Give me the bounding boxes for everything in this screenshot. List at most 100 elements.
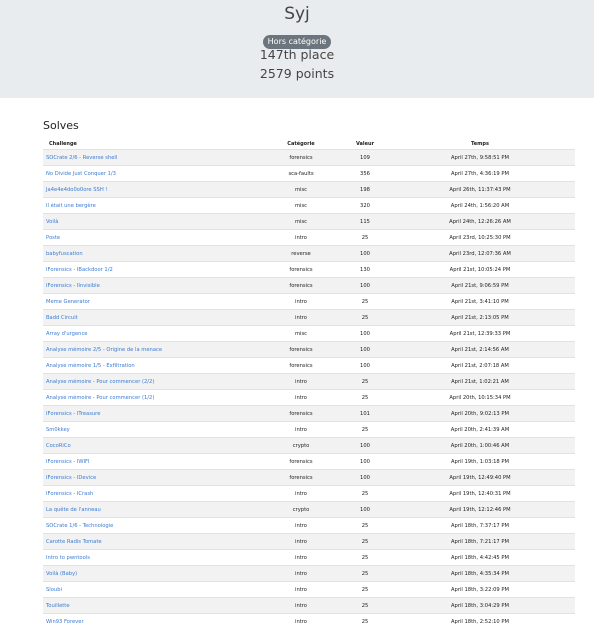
category-cell: forensics	[257, 405, 345, 422]
category-cell: intro	[257, 517, 345, 534]
value-cell: 100	[345, 341, 385, 358]
time-cell: April 19th, 12:12:46 PM	[385, 501, 575, 518]
value-cell: 356	[345, 165, 385, 182]
category-cell: forensics	[257, 277, 345, 294]
value-cell: 25	[345, 309, 385, 326]
challenge-link[interactable]: La quête de l'anneau	[43, 501, 257, 518]
time-cell: April 20th, 1:00:46 AM	[385, 437, 575, 454]
time-cell: April 23rd, 10:25:30 PM	[385, 229, 575, 246]
challenge-link[interactable]: Sm0kkey	[43, 421, 257, 438]
category-cell: sca-faults	[257, 165, 345, 182]
challenge-link[interactable]: Poste	[43, 229, 257, 246]
value-cell: 198	[345, 181, 385, 198]
category-cell: forensics	[257, 261, 345, 278]
value-cell: 320	[345, 197, 385, 214]
value-cell: 100	[345, 437, 385, 454]
category-cell: intro	[257, 373, 345, 390]
time-cell: April 18th, 7:37:17 PM	[385, 517, 575, 534]
category-cell: misc	[257, 213, 345, 230]
value-cell: 100	[345, 277, 385, 294]
table-row: SOCrate 2/6 - Reverse shell forensics 109 A…	[43, 149, 575, 166]
time-cell: April 18th, 3:04:29 PM	[385, 597, 575, 614]
challenge-link[interactable]: babyfuscation	[43, 245, 257, 262]
category-cell: intro	[257, 597, 345, 614]
category-cell: intro	[257, 293, 345, 310]
time-cell: April 18th, 4:42:45 PM	[385, 549, 575, 566]
category-cell: intro	[257, 613, 345, 629]
table-row: Carotte Radis Tomate intro 25 April 18th, 7…	[43, 533, 575, 550]
challenge-link[interactable]: IForensics - IInvisible	[43, 277, 257, 294]
challenge-link[interactable]: SOCrate 2/6 - Reverse shell	[43, 149, 257, 166]
challenge-link[interactable]: Analyse mémoire 2/5 - Origine de la mena…	[43, 341, 257, 358]
time-cell: April 21st, 10:05:24 PM	[385, 261, 575, 278]
time-cell: April 21st, 2:14:56 AM	[385, 341, 575, 358]
value-cell: 100	[345, 469, 385, 486]
challenge-link[interactable]: Array d'urgence	[43, 325, 257, 342]
value-cell: 100	[345, 501, 385, 518]
category-cell: intro	[257, 309, 345, 326]
value-cell: 130	[345, 261, 385, 278]
value-cell: 100	[345, 453, 385, 470]
time-cell: April 18th, 3:22:09 PM	[385, 581, 575, 598]
value-cell: 100	[345, 357, 385, 374]
table-row: Poste intro 25 April 23rd, 10:25:30 PM	[43, 229, 575, 246]
challenge-link[interactable]: Voilà	[43, 213, 257, 230]
challenge-link[interactable]: IForensics - IBackdoor 1/2	[43, 261, 257, 278]
time-cell: April 26th, 11:37:43 PM	[385, 181, 575, 198]
username: Syj	[284, 4, 310, 24]
time-cell: April 27th, 4:36:19 PM	[385, 165, 575, 182]
challenge-link[interactable]: Analyse mémoire - Pour commencer (2/2)	[43, 373, 257, 390]
value-cell: 25	[345, 373, 385, 390]
challenge-link[interactable]: Carotte Radis Tomate	[43, 533, 257, 550]
time-cell: April 19th, 12:49:40 PM	[385, 469, 575, 486]
table-row: Win93 Forever intro 25 April 18th, 2:52:10 …	[43, 613, 575, 629]
value-cell: 100	[345, 325, 385, 342]
table-row: Array d'urgence misc 100 April 21st, 12:39:…	[43, 325, 575, 342]
column-header-time[interactable]: Temps	[385, 138, 575, 150]
challenge-link[interactable]: Meme Generator	[43, 293, 257, 310]
category-cell: intro	[257, 549, 345, 566]
time-cell: April 20th, 2:41:39 AM	[385, 421, 575, 438]
time-cell: April 24th, 12:26:26 AM	[385, 213, 575, 230]
time-cell: April 21st, 2:07:18 AM	[385, 357, 575, 374]
value-cell: 25	[345, 581, 385, 598]
column-header-value[interactable]: Valeur	[345, 138, 385, 150]
time-cell: April 18th, 4:35:34 PM	[385, 565, 575, 582]
solves-table: Challenge Catégorie Valeur Temps SOCrate…	[43, 138, 575, 629]
challenge-link[interactable]: IForensics - ICrash	[43, 485, 257, 502]
table-row: No Divide Just Conquer 1/3 sca-faults 356 A…	[43, 165, 575, 182]
table-row: babyfuscation reverse 100 April 23rd, 12:07…	[43, 245, 575, 262]
challenge-link[interactable]: Analyse mémoire - Pour commencer (1/2)	[43, 389, 257, 406]
column-header-category[interactable]: Catégorie	[257, 138, 345, 150]
time-cell: April 21st, 1:02:21 AM	[385, 373, 575, 390]
category-cell: crypto	[257, 437, 345, 454]
challenge-link[interactable]: Ja4e4e4do0o0ore SSH !	[43, 181, 257, 198]
challenge-link[interactable]: IForensics - ITreasure	[43, 405, 257, 422]
challenge-link[interactable]: CocoRiCo	[43, 437, 257, 454]
challenge-link[interactable]: Intro to pwntools	[43, 549, 257, 566]
value-cell: 25	[345, 229, 385, 246]
challenge-link[interactable]: Analyse mémoire 1/5 - Exfiltration	[43, 357, 257, 374]
value-cell: 25	[345, 613, 385, 629]
value-cell: 25	[345, 517, 385, 534]
challenge-link[interactable]: Badd Circuit	[43, 309, 257, 326]
challenge-link[interactable]: No Divide Just Conquer 1/3	[43, 165, 257, 182]
table-row: Intro to pwntools intro 25 April 18th, 4:42…	[43, 549, 575, 566]
category-cell: misc	[257, 197, 345, 214]
challenge-link[interactable]: IForensics - IWIFI	[43, 453, 257, 470]
table-row: IForensics - ITreasure forensics 101 April …	[43, 405, 575, 422]
table-row: Voilà misc 115 April 24th, 12:26:26 AM	[43, 213, 575, 230]
challenge-link[interactable]: Win93 Forever	[43, 613, 257, 629]
challenge-link[interactable]: Sloubi	[43, 581, 257, 598]
category-cell: intro	[257, 581, 345, 598]
table-row: CocoRiCo crypto 100 April 20th, 1:00:46 AM	[43, 437, 575, 454]
challenge-link[interactable]: Il était une bergère	[43, 197, 257, 214]
challenge-link[interactable]: Voilà (Baby)	[43, 565, 257, 582]
column-header-challenge[interactable]: Challenge	[43, 138, 257, 150]
table-row: Voilà (Baby) intro 25 April 18th, 4:35:34 P…	[43, 565, 575, 582]
challenge-link[interactable]: IForensics - IDevice	[43, 469, 257, 486]
table-row: Badd Circuit intro 25 April 21st, 2:13:05 P…	[43, 309, 575, 326]
challenge-link[interactable]: SOCrate 1/6 - Technologie	[43, 517, 257, 534]
category-cell: forensics	[257, 453, 345, 470]
challenge-link[interactable]: Touillette	[43, 597, 257, 614]
